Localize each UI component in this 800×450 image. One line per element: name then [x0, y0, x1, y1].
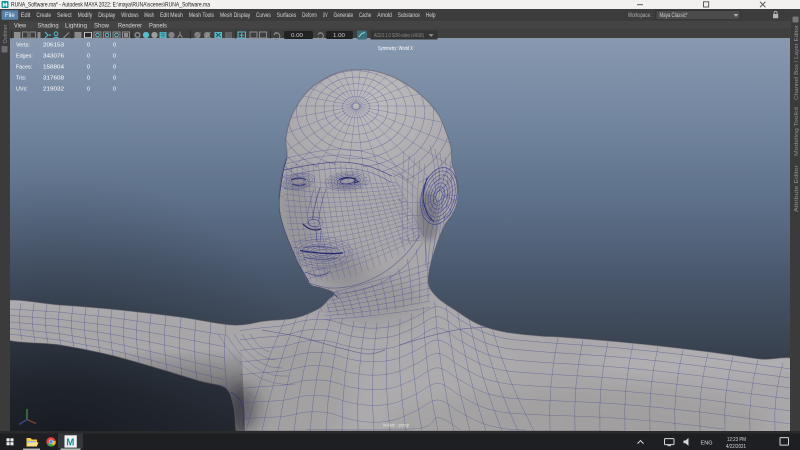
- svg-text:ACES 1.0 SDR-video (sRGB): ACES 1.0 SDR-video (sRGB): [374, 33, 424, 39]
- svg-text:Channel Box / Layer Editor: Channel Box / Layer Editor: [794, 25, 800, 100]
- svg-text:Substance: Substance: [398, 12, 420, 19]
- svg-text:Renderer: Renderer: [118, 22, 143, 29]
- svg-text:View: View: [14, 22, 26, 29]
- svg-text:ENG: ENG: [701, 440, 713, 446]
- svg-text:0: 0: [87, 43, 90, 49]
- svg-text:0: 0: [113, 54, 116, 60]
- svg-text:Modify: Modify: [78, 12, 93, 19]
- svg-text:0: 0: [87, 76, 90, 82]
- svg-text:UVs:: UVs:: [16, 87, 28, 93]
- svg-text:RUNA_Software.ma* - Autodesk M: RUNA_Software.ma* - Autodesk MAYA 2022: …: [11, 1, 210, 8]
- svg-text:Create: Create: [36, 12, 51, 19]
- svg-text:Lighting: Lighting: [65, 22, 87, 29]
- svg-text:Tris:: Tris:: [16, 76, 26, 82]
- svg-text:Shading: Shading: [38, 22, 59, 29]
- svg-text:317608: 317608: [43, 76, 64, 82]
- svg-text:206153: 206153: [43, 43, 64, 49]
- svg-text:Deform: Deform: [302, 12, 317, 19]
- svg-text:Workspace :: Workspace :: [628, 12, 653, 19]
- svg-text:UV: UV: [323, 12, 328, 19]
- svg-text:Select: Select: [57, 12, 72, 19]
- svg-text:Panels: Panels: [149, 22, 168, 29]
- svg-text:Show: Show: [94, 22, 109, 29]
- svg-text:Windows: Windows: [121, 12, 139, 19]
- svg-text:Maya Classic*: Maya Classic*: [660, 12, 688, 19]
- svg-text:219032: 219032: [43, 87, 64, 93]
- svg-text:158804: 158804: [43, 65, 64, 71]
- svg-text:Mesh Tools: Mesh Tools: [189, 12, 215, 19]
- svg-text:Verts:: Verts:: [16, 43, 30, 49]
- svg-text:Faces:: Faces:: [16, 65, 32, 71]
- svg-text:0: 0: [113, 87, 116, 93]
- svg-text:Arnold: Arnold: [377, 12, 392, 19]
- svg-text:Edges:: Edges:: [16, 54, 33, 60]
- svg-text:Mesh: Mesh: [144, 12, 154, 19]
- svg-text:Curves: Curves: [256, 12, 271, 19]
- svg-text:Attribute Editor: Attribute Editor: [794, 165, 800, 212]
- svg-text:Modeling Toolkit: Modeling Toolkit: [794, 106, 800, 156]
- svg-text:Generate: Generate: [334, 12, 354, 19]
- svg-text:Edit: Edit: [21, 12, 31, 19]
- svg-text:Outliner: Outliner: [3, 24, 9, 43]
- svg-text:12:23 PM: 12:23 PM: [727, 437, 746, 443]
- svg-text:M: M: [66, 437, 74, 448]
- svg-text:1.00: 1.00: [333, 33, 345, 39]
- svg-text:Cache: Cache: [359, 12, 371, 19]
- svg-text:0.00: 0.00: [291, 33, 303, 39]
- svg-text:Surfaces: Surfaces: [277, 12, 297, 19]
- svg-text:343076: 343076: [43, 54, 64, 60]
- svg-text:Mesh Display: Mesh Display: [220, 12, 251, 19]
- svg-text:0: 0: [87, 87, 90, 93]
- svg-text:0: 0: [113, 43, 116, 49]
- svg-text:0: 0: [113, 65, 116, 71]
- svg-text:0: 0: [113, 76, 116, 82]
- svg-text:0: 0: [87, 54, 90, 60]
- svg-text:0: 0: [87, 65, 90, 71]
- svg-text:File: File: [5, 12, 15, 19]
- svg-text:Isolate : persp: Isolate : persp: [383, 423, 409, 429]
- svg-text:4/22/2021: 4/22/2021: [726, 444, 746, 450]
- svg-text:Symmetry: World X: Symmetry: World X: [378, 46, 414, 52]
- svg-text:Display: Display: [98, 12, 116, 19]
- svg-text:Help: Help: [426, 12, 436, 19]
- svg-text:Edit Mesh: Edit Mesh: [160, 12, 183, 19]
